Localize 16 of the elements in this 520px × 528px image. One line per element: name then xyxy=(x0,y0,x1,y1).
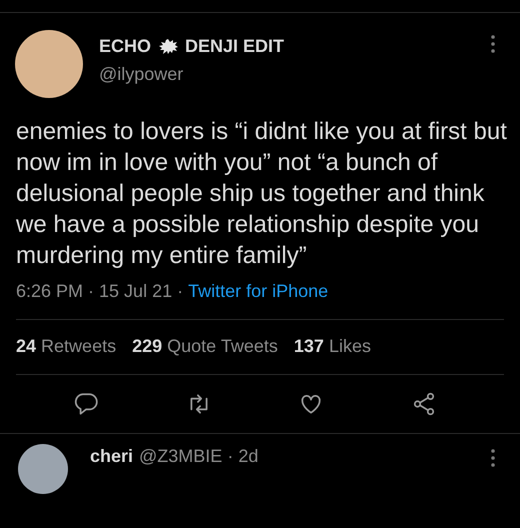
display-name: DENJI EDIT xyxy=(185,36,284,57)
speech-burst-icon xyxy=(157,38,180,56)
display-name: ECHO xyxy=(99,36,152,57)
timestamp: 6:26 PM · 15 Jul 21 · xyxy=(16,281,184,302)
reply-icon[interactable] xyxy=(73,391,100,417)
source-link[interactable]: Twitter for iPhone xyxy=(188,281,328,302)
avatar[interactable] xyxy=(18,444,68,494)
more-icon[interactable] xyxy=(490,448,496,468)
more-icon[interactable] xyxy=(490,34,496,54)
tweet-text: enemies to lovers is “i didnt like you at first but now im in love with you” not “a bunch of delusional people ship us together and think we have a possible relationship despite you murdering my entire family” xyxy=(15,117,508,271)
stat-count[interactable]: 137 Likes xyxy=(294,336,371,357)
user-handle: @ilypower xyxy=(99,64,184,85)
reply-author: cheri xyxy=(90,446,134,468)
reply-meta: @Z3MBIE · 2d xyxy=(139,446,258,468)
stat-count[interactable]: 229 Quote Tweets xyxy=(132,336,278,357)
stat-count[interactable]: 24 Retweets xyxy=(16,336,116,357)
